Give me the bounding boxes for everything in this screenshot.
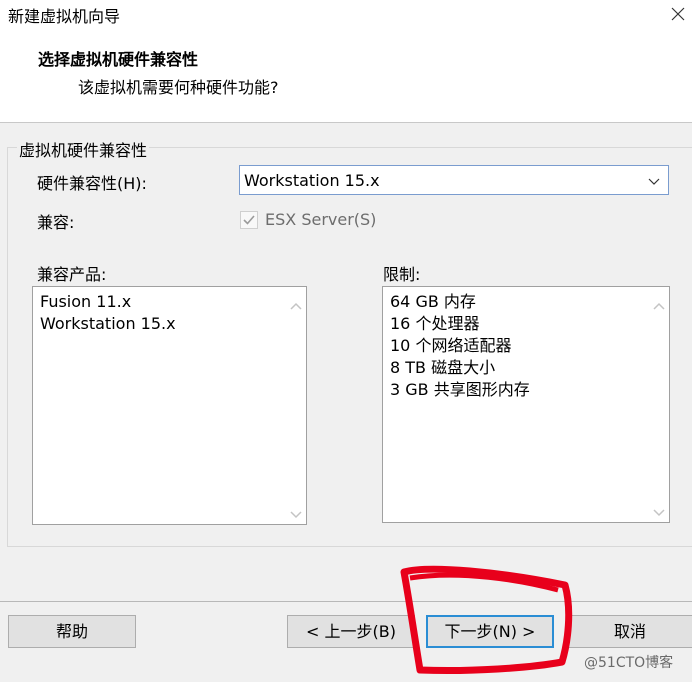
list-item: 16 个处理器 (390, 314, 480, 333)
checkmark-icon (243, 215, 255, 225)
window-title: 新建虚拟机向导 (8, 7, 121, 26)
esx-server-label: ESX Server(S) (265, 210, 377, 229)
watermark-text: @51CTO博客 (584, 655, 674, 671)
hw-compat-select[interactable]: Workstation 15.x (239, 165, 669, 195)
wizard-header: 选择虚拟机硬件兼容性 该虚拟机需要何种硬件功能? (0, 30, 692, 123)
close-icon[interactable] (662, 0, 692, 30)
title-bar: 新建虚拟机向导 (0, 0, 692, 30)
products-label: 兼容产品: (37, 265, 107, 284)
list-item: Fusion 11.x (40, 292, 132, 311)
cancel-button[interactable]: 取消 (566, 615, 692, 648)
group-label: 虚拟机硬件兼容性 (17, 137, 150, 161)
back-button[interactable]: < 上一步(B) (287, 615, 415, 648)
footer-divider (0, 601, 692, 602)
list-item: 3 GB 共享图形内存 (390, 380, 530, 399)
hw-compat-value: Workstation 15.x (244, 171, 380, 190)
scroll-up-icon[interactable] (290, 296, 302, 310)
esx-server-checkbox[interactable] (240, 211, 258, 229)
next-button[interactable]: 下一步(N) > (426, 615, 554, 648)
limits-list[interactable]: 64 GB 内存 16 个处理器 10 个网络适配器 8 TB 磁盘大小 3 G… (382, 286, 670, 523)
page-title: 选择虚拟机硬件兼容性 (38, 50, 199, 69)
limits-label: 限制: (383, 265, 421, 284)
compat-label: 兼容: (37, 213, 75, 232)
chevron-down-icon (648, 172, 660, 185)
scroll-up-icon[interactable] (653, 296, 665, 310)
hw-compat-label: 硬件兼容性(H): (37, 174, 147, 193)
list-item: 64 GB 内存 (390, 292, 476, 311)
scroll-down-icon[interactable] (290, 505, 302, 519)
page-subtitle: 该虚拟机需要何种硬件功能? (78, 78, 279, 97)
list-item: 10 个网络适配器 (390, 336, 512, 355)
list-item: 8 TB 磁盘大小 (390, 358, 496, 377)
help-button[interactable]: 帮助 (8, 615, 136, 648)
list-item: Workstation 15.x (40, 314, 176, 333)
products-list[interactable]: Fusion 11.x Workstation 15.x (32, 286, 307, 525)
limits-scrollbar[interactable] (650, 288, 668, 521)
products-scrollbar[interactable] (287, 288, 305, 523)
scroll-down-icon[interactable] (653, 503, 665, 517)
